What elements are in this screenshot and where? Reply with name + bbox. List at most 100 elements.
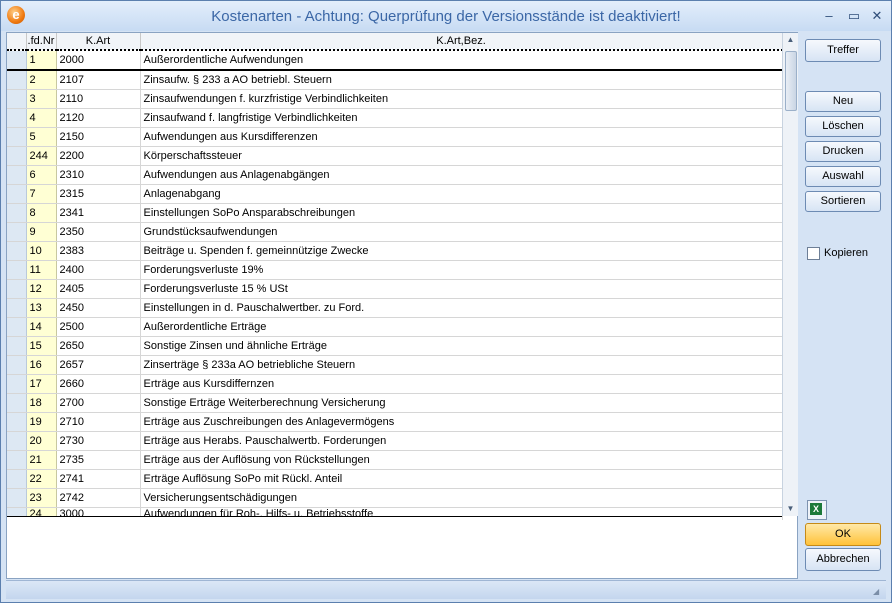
- cell-bezeichnung[interactable]: Forderungsverluste 15 % USt: [140, 279, 783, 299]
- cell-kart[interactable]: 2400: [56, 260, 141, 280]
- vertical-scrollbar[interactable]: ▲ ▼: [782, 33, 798, 516]
- excel-export-icon[interactable]: X: [807, 500, 827, 520]
- cell-lfd-nr[interactable]: 244: [26, 146, 57, 166]
- table-row[interactable]: 19 2710 Erträge aus Zuschreibungen des Anl…: [7, 412, 783, 432]
- cell-kart[interactable]: 2741: [56, 469, 141, 489]
- cell-kart[interactable]: 2383: [56, 241, 141, 261]
- cell-bezeichnung[interactable]: Versicherungsentschädigungen: [140, 488, 783, 508]
- ok-button[interactable]: OK: [805, 523, 881, 546]
- cell-bezeichnung[interactable]: Erträge aus Kursdiffernzen: [140, 374, 783, 394]
- cell-bezeichnung[interactable]: Sonstige Erträge Weiterberechnung Versic…: [140, 393, 783, 413]
- row-indicator[interactable]: [7, 49, 27, 71]
- table-row[interactable]: 11 2400 Forderungsverluste 19%: [7, 260, 783, 280]
- cell-lfd-nr[interactable]: 22: [26, 469, 57, 489]
- cell-kart[interactable]: 2341: [56, 203, 141, 223]
- cell-lfd-nr[interactable]: 10: [26, 241, 57, 261]
- row-indicator[interactable]: [7, 260, 27, 280]
- table-row[interactable]: 23 2742 Versicherungsentschädigungen: [7, 488, 783, 508]
- cell-kart[interactable]: 2310: [56, 165, 141, 185]
- auswahl-button[interactable]: Auswahl: [805, 166, 881, 187]
- table-row[interactable]: 3 2110 Zinsaufwendungen f. kurzfristige Ve…: [7, 89, 783, 109]
- column-header-bezeichnung[interactable]: K.Art,Bez.: [140, 33, 783, 51]
- table-row[interactable]: 18 2700 Sonstige Erträge Weiterberechnung …: [7, 393, 783, 413]
- cell-lfd-nr[interactable]: 16: [26, 355, 57, 375]
- row-indicator[interactable]: [7, 317, 27, 337]
- table-row[interactable]: 16 2657 Zinserträge § 233a AO betriebliche…: [7, 355, 783, 375]
- row-indicator[interactable]: [7, 70, 27, 90]
- cell-bezeichnung[interactable]: Erträge aus der Auflösung von Rückstellu…: [140, 450, 783, 470]
- row-indicator[interactable]: [7, 469, 27, 489]
- row-indicator[interactable]: [7, 412, 27, 432]
- cell-bezeichnung[interactable]: Forderungsverluste 19%: [140, 260, 783, 280]
- cell-bezeichnung[interactable]: Erträge aus Herabs. Pauschalwertb. Forde…: [140, 431, 783, 451]
- cell-lfd-nr[interactable]: 6: [26, 165, 57, 185]
- cell-bezeichnung[interactable]: Aufwendungen aus Kursdifferenzen: [140, 127, 783, 147]
- cell-bezeichnung[interactable]: Körperschaftssteuer: [140, 146, 783, 166]
- cell-lfd-nr[interactable]: 14: [26, 317, 57, 337]
- cell-kart[interactable]: 2110: [56, 89, 141, 109]
- kostenarten-grid[interactable]: .fd.Nr K.Art K.Art,Bez. 1 2000 Außerordent…: [6, 32, 798, 579]
- cell-bezeichnung[interactable]: Anlagenabgang: [140, 184, 783, 204]
- table-row[interactable]: 5 2150 Aufwendungen aus Kursdifferenzen: [7, 127, 783, 147]
- table-row[interactable]: 7 2315 Anlagenabgang: [7, 184, 783, 204]
- row-indicator[interactable]: [7, 355, 27, 375]
- loeschen-button[interactable]: Löschen: [805, 116, 881, 137]
- table-row[interactable]: 10 2383 Beiträge u. Spenden f. gemeinnützi…: [7, 241, 783, 261]
- kopieren-checkbox[interactable]: [807, 247, 820, 260]
- table-row[interactable]: 13 2450 Einstellungen in d. Pauschalwertbe…: [7, 298, 783, 318]
- cell-lfd-nr[interactable]: 15: [26, 336, 57, 356]
- row-indicator[interactable]: [7, 431, 27, 451]
- cell-lfd-nr[interactable]: 1: [26, 49, 57, 71]
- scroll-thumb[interactable]: [785, 51, 797, 111]
- cell-lfd-nr[interactable]: 20: [26, 431, 57, 451]
- column-header-kart[interactable]: K.Art: [56, 33, 141, 51]
- row-indicator[interactable]: [7, 241, 27, 261]
- cell-lfd-nr[interactable]: 13: [26, 298, 57, 318]
- scroll-up-icon[interactable]: ▲: [783, 33, 798, 47]
- cell-bezeichnung[interactable]: Aufwendungen aus Anlagenabgängen: [140, 165, 783, 185]
- cell-lfd-nr[interactable]: 4: [26, 108, 57, 128]
- close-icon[interactable]: ✕: [869, 9, 885, 23]
- cell-bezeichnung[interactable]: Zinsaufwand f. langfristige Verbindlichk…: [140, 108, 783, 128]
- cell-lfd-nr[interactable]: 19: [26, 412, 57, 432]
- cell-bezeichnung[interactable]: Einstellungen in d. Pauschalwertber. zu …: [140, 298, 783, 318]
- row-indicator[interactable]: [7, 393, 27, 413]
- row-indicator[interactable]: [7, 450, 27, 470]
- table-row[interactable]: 1 2000 Außerordentliche Aufwendungen: [7, 49, 783, 71]
- cell-bezeichnung[interactable]: Außerordentliche Erträge: [140, 317, 783, 337]
- cell-kart[interactable]: 2450: [56, 298, 141, 318]
- neu-button[interactable]: Neu: [805, 91, 881, 112]
- resize-grip-icon[interactable]: ◢: [873, 587, 883, 597]
- cell-kart[interactable]: 2120: [56, 108, 141, 128]
- cell-kart[interactable]: 2000: [56, 49, 141, 71]
- cell-bezeichnung[interactable]: Einstellungen SoPo Ansparabschreibungen: [140, 203, 783, 223]
- cell-kart[interactable]: 2710: [56, 412, 141, 432]
- cell-bezeichnung[interactable]: Zinserträge § 233a AO betriebliche Steue…: [140, 355, 783, 375]
- row-indicator[interactable]: [7, 108, 27, 128]
- cell-lfd-nr[interactable]: 21: [26, 450, 57, 470]
- table-row[interactable]: 21 2735 Erträge aus der Auflösung von Rück…: [7, 450, 783, 470]
- table-row[interactable]: 2 2107 Zinsaufw. § 233 a AO betriebl. Steu…: [7, 70, 783, 90]
- table-row[interactable]: 6 2310 Aufwendungen aus Anlagenabgängen: [7, 165, 783, 185]
- cell-kart[interactable]: 2735: [56, 450, 141, 470]
- cell-lfd-nr[interactable]: 18: [26, 393, 57, 413]
- table-row[interactable]: 15 2650 Sonstige Zinsen und ähnliche Erträ…: [7, 336, 783, 356]
- cell-kart[interactable]: 2660: [56, 374, 141, 394]
- sortieren-button[interactable]: Sortieren: [805, 191, 881, 212]
- cell-lfd-nr[interactable]: 9: [26, 222, 57, 242]
- cell-kart[interactable]: 2650: [56, 336, 141, 356]
- row-indicator[interactable]: [7, 146, 27, 166]
- cell-bezeichnung[interactable]: Beiträge u. Spenden f. gemeinnützige Zwe…: [140, 241, 783, 261]
- cell-kart[interactable]: 2107: [56, 70, 141, 90]
- cell-lfd-nr[interactable]: 5: [26, 127, 57, 147]
- row-indicator[interactable]: [7, 279, 27, 299]
- row-indicator[interactable]: [7, 374, 27, 394]
- cell-lfd-nr[interactable]: 8: [26, 203, 57, 223]
- cell-bezeichnung[interactable]: Zinsaufw. § 233 a AO betriebl. Steuern: [140, 70, 783, 90]
- row-indicator[interactable]: [7, 203, 27, 223]
- cell-bezeichnung[interactable]: Sonstige Zinsen und ähnliche Erträge: [140, 336, 783, 356]
- cell-lfd-nr[interactable]: 17: [26, 374, 57, 394]
- row-indicator[interactable]: [7, 488, 27, 508]
- cell-kart[interactable]: 2350: [56, 222, 141, 242]
- cell-kart[interactable]: 2700: [56, 393, 141, 413]
